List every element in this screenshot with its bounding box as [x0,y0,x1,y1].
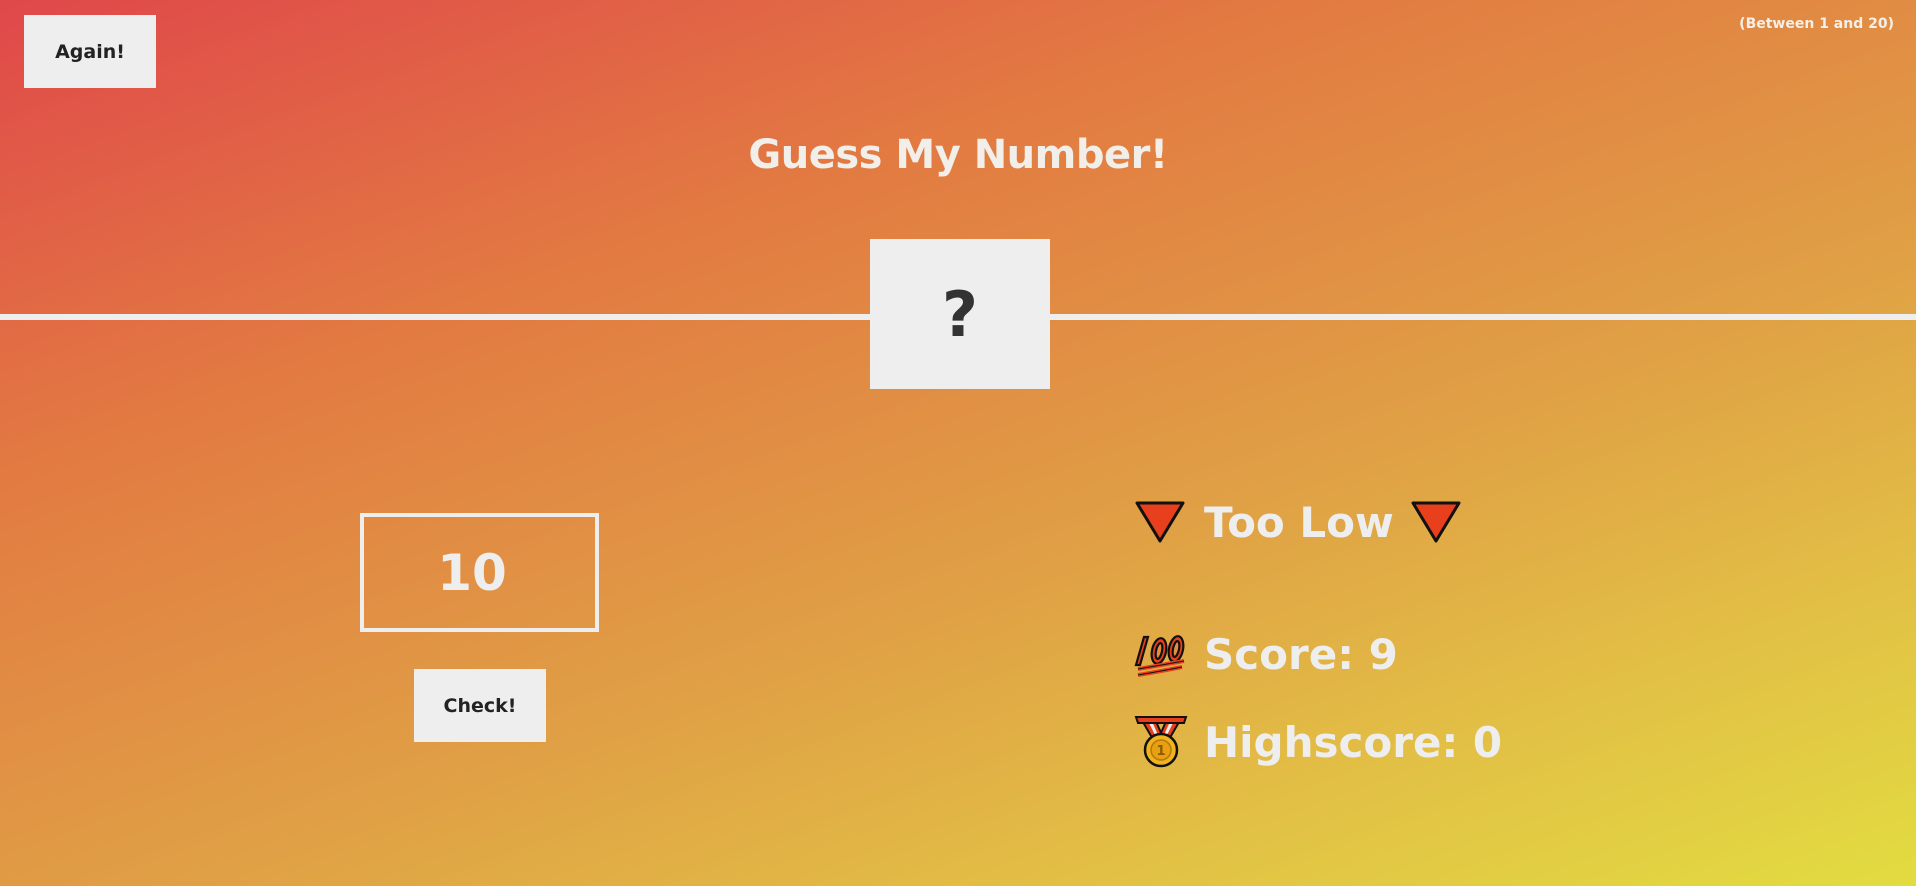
highscore-row: 1 Highscore: 0 [1134,714,1502,770]
score-row: Score: 9 [1134,626,1398,682]
range-hint: (Between 1 and 20) [1739,16,1894,32]
down-triangle-icon [1411,501,1461,543]
again-button[interactable]: Again! [24,15,156,88]
secret-number-box: ? [870,239,1050,389]
guess-input[interactable] [360,513,599,632]
highscore-text: Highscore: 0 [1204,717,1503,767]
hundred-points-icon [1134,635,1185,677]
check-button[interactable]: Check! [414,669,546,742]
svg-text:1: 1 [1156,744,1165,759]
message-text: Too Low [1204,497,1394,547]
page-title: Guess My Number! [748,132,1168,178]
down-triangle-icon [1135,501,1185,543]
message-row: Too Low [1134,496,1462,548]
medal-icon: 1 [1134,716,1188,768]
score-text: Score: 9 [1204,629,1398,679]
